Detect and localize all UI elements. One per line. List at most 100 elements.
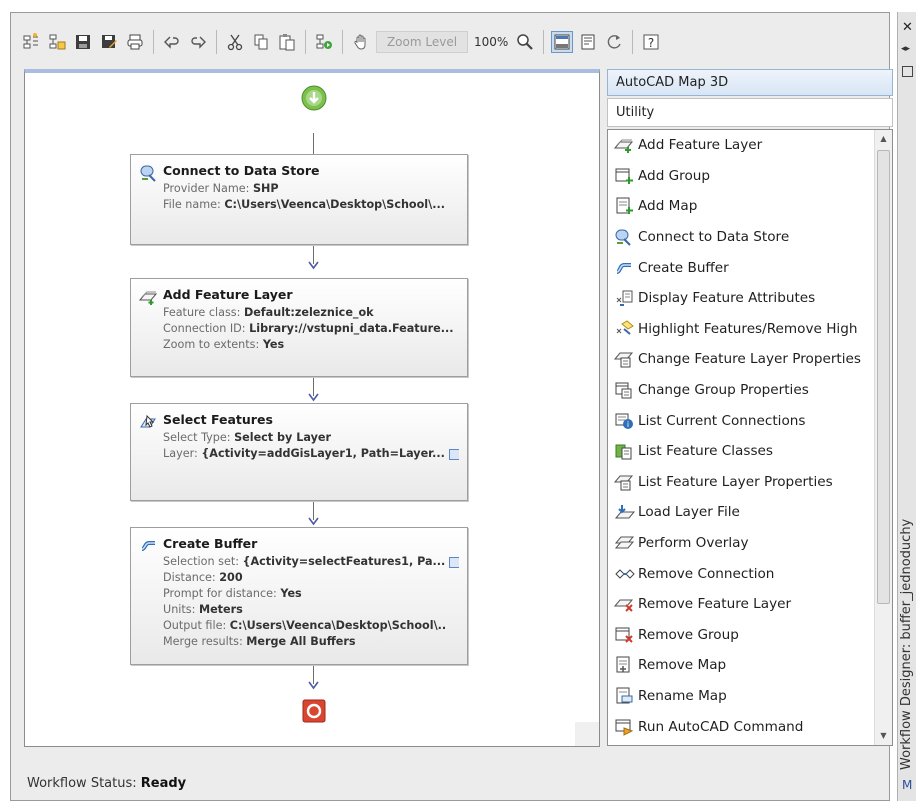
activity-property: Provider Name: SHP bbox=[163, 182, 279, 195]
list-item-label: Add Map bbox=[638, 198, 698, 215]
list-item-label: Load Layer File bbox=[638, 504, 740, 521]
end-node-icon[interactable] bbox=[302, 699, 326, 723]
list-item-change-group-properties[interactable]: Change Group Properties bbox=[608, 375, 892, 406]
layer-pick-button[interactable] bbox=[448, 448, 459, 460]
status-value: Ready bbox=[140, 776, 187, 791]
palette-menu-icon[interactable] bbox=[902, 66, 913, 77]
workflow-status: Workflow Status: Ready bbox=[27, 776, 186, 791]
print-button[interactable] bbox=[124, 31, 146, 53]
toolbox-toggle-button[interactable] bbox=[551, 31, 574, 53]
toolbox-scrollbar[interactable]: ▲ ▼ bbox=[874, 130, 892, 745]
palette-tab-m[interactable]: M bbox=[902, 778, 912, 792]
save-as-button[interactable] bbox=[98, 31, 120, 53]
activity-add-feature-layer[interactable]: Add Feature Layer Feature class: Default… bbox=[130, 278, 468, 377]
list-item-label: Display Feature Attributes bbox=[638, 290, 816, 307]
activity-property: Selection set: {Activity=selectFeatures1… bbox=[163, 554, 459, 570]
resize-arrows-icon[interactable]: ◂▸ bbox=[901, 44, 910, 54]
activity-property: Connection ID: Library://vstupni_data.Fe… bbox=[163, 322, 454, 335]
list-item-connect-to-data-store[interactable]: Connect to Data Store bbox=[608, 222, 892, 253]
list-connections-icon: i bbox=[615, 413, 633, 429]
refresh-button[interactable] bbox=[603, 31, 625, 53]
add-map-icon bbox=[616, 197, 633, 215]
list-item-label: List Feature Layer Properties bbox=[638, 473, 833, 490]
copy-button[interactable] bbox=[250, 31, 272, 53]
list-item-load-layer-file[interactable]: Load Layer File bbox=[608, 497, 892, 528]
activity-title: Connect to Data Store bbox=[163, 163, 320, 178]
new-workflow-button[interactable] bbox=[20, 31, 42, 53]
status-label: Workflow Status: bbox=[27, 776, 137, 791]
svg-text:?: ? bbox=[648, 36, 654, 50]
toolbox-activity-list[interactable]: Add Feature Layer Add Group Add Map Conn… bbox=[607, 129, 893, 746]
list-item-add-feature-layer[interactable]: Add Feature Layer bbox=[608, 130, 892, 161]
list-item-list-feature-classes[interactable]: List Feature Classes bbox=[608, 436, 892, 467]
toolbox-category-header[interactable]: AutoCAD Map 3D bbox=[607, 69, 893, 96]
list-item-remove-connection[interactable]: Remove Connection bbox=[608, 558, 892, 589]
list-item-label: Rename Map bbox=[638, 687, 727, 704]
activity-property: Layer: {Activity=addGisLayer1, Path=Laye… bbox=[163, 446, 459, 462]
scroll-down-icon[interactable]: ▼ bbox=[875, 727, 892, 745]
connector-arrow-icon bbox=[308, 261, 319, 270]
scrollbar-thumb[interactable] bbox=[877, 150, 890, 604]
paste-icon bbox=[279, 34, 295, 51]
list-item-highlight-features[interactable]: Highlight Features/Remove High bbox=[608, 314, 892, 345]
connect-data-store-icon bbox=[140, 165, 156, 182]
save-button[interactable] bbox=[72, 31, 94, 53]
connector-line bbox=[313, 133, 314, 155]
list-item-label: Add Group bbox=[638, 167, 711, 184]
redo-button[interactable] bbox=[187, 31, 209, 53]
undo-button[interactable] bbox=[161, 31, 183, 53]
pan-button[interactable] bbox=[350, 31, 372, 53]
toolbox-subcategory[interactable]: Utility bbox=[607, 98, 893, 127]
toolbar: Zoom Level 100% ? bbox=[20, 22, 880, 62]
list-layer-properties-icon bbox=[614, 475, 634, 491]
list-item-list-feature-layer-properties[interactable]: List Feature Layer Properties bbox=[608, 467, 892, 498]
cut-button[interactable] bbox=[224, 31, 246, 53]
list-item-label: Remove Map bbox=[638, 657, 727, 674]
activity-connect-data-store[interactable]: Connect to Data Store Provider Name: SHP… bbox=[130, 154, 468, 245]
list-item-add-map[interactable]: Add Map bbox=[608, 191, 892, 222]
zoom-percent: 100% bbox=[474, 35, 509, 49]
remove-map-icon bbox=[616, 656, 630, 673]
run-command-icon bbox=[615, 719, 634, 736]
activity-create-buffer[interactable]: Create Buffer Selection set: {Activity=s… bbox=[130, 527, 468, 665]
open-workflow-button[interactable] bbox=[46, 31, 68, 53]
list-item-remove-feature-layer[interactable]: Remove Feature Layer bbox=[608, 589, 892, 620]
selection-set-pick-button[interactable] bbox=[449, 556, 459, 568]
list-item-run-autocad-command[interactable]: Run AutoCAD Command bbox=[608, 711, 892, 742]
activity-property: Output file: C:\Users\Veenca\Desktop\Sch… bbox=[163, 619, 447, 632]
list-item-add-group[interactable]: Add Group bbox=[608, 161, 892, 192]
close-icon[interactable]: ✕ bbox=[902, 20, 913, 35]
pan-hand-icon bbox=[354, 34, 366, 50]
list-item-label: Create Buffer bbox=[638, 259, 729, 276]
add-feature-layer-icon bbox=[139, 291, 157, 305]
activity-select-features[interactable]: Select Features Select Type: Select by L… bbox=[130, 403, 468, 501]
activity-property: Select Type: Select by Layer bbox=[163, 431, 331, 444]
properties-toggle-button[interactable] bbox=[577, 31, 599, 53]
remove-feature-layer-icon bbox=[614, 599, 634, 612]
zoom-level-field[interactable]: Zoom Level bbox=[376, 31, 468, 53]
list-item-label: Highlight Features/Remove High bbox=[638, 320, 858, 337]
help-button[interactable]: ? bbox=[640, 31, 662, 53]
connect-data-store-icon bbox=[615, 229, 631, 246]
list-item-remove-group[interactable]: Remove Group bbox=[608, 620, 892, 651]
perform-overlay-icon bbox=[614, 536, 635, 549]
scroll-up-icon[interactable]: ▲ bbox=[875, 130, 892, 148]
select-features-icon bbox=[140, 414, 156, 428]
paste-button[interactable] bbox=[276, 31, 298, 53]
toolbar-separator bbox=[632, 30, 634, 54]
list-item-perform-overlay[interactable]: Perform Overlay bbox=[608, 528, 892, 559]
zoom-button[interactable] bbox=[514, 31, 536, 53]
create-buffer-icon bbox=[141, 541, 155, 551]
list-item-label: Change Group Properties bbox=[638, 382, 809, 399]
start-node-icon[interactable] bbox=[301, 85, 327, 111]
list-item-rename-map[interactable]: Rename Map bbox=[608, 681, 892, 712]
list-item-list-current-connections[interactable]: i List Current Connections bbox=[608, 405, 892, 436]
list-item-remove-map[interactable]: Remove Map bbox=[608, 650, 892, 681]
list-item-create-buffer[interactable]: Create Buffer bbox=[608, 252, 892, 283]
workflow-canvas[interactable]: Connect to Data Store Provider Name: SHP… bbox=[24, 69, 600, 747]
list-item-label: Run AutoCAD Command bbox=[638, 718, 804, 735]
copy-icon bbox=[254, 34, 268, 50]
list-item-change-feature-layer-properties[interactable]: Change Feature Layer Properties bbox=[608, 344, 892, 375]
run-workflow-button[interactable] bbox=[313, 31, 335, 53]
list-item-display-feature-attributes[interactable]: Display Feature Attributes bbox=[608, 283, 892, 314]
